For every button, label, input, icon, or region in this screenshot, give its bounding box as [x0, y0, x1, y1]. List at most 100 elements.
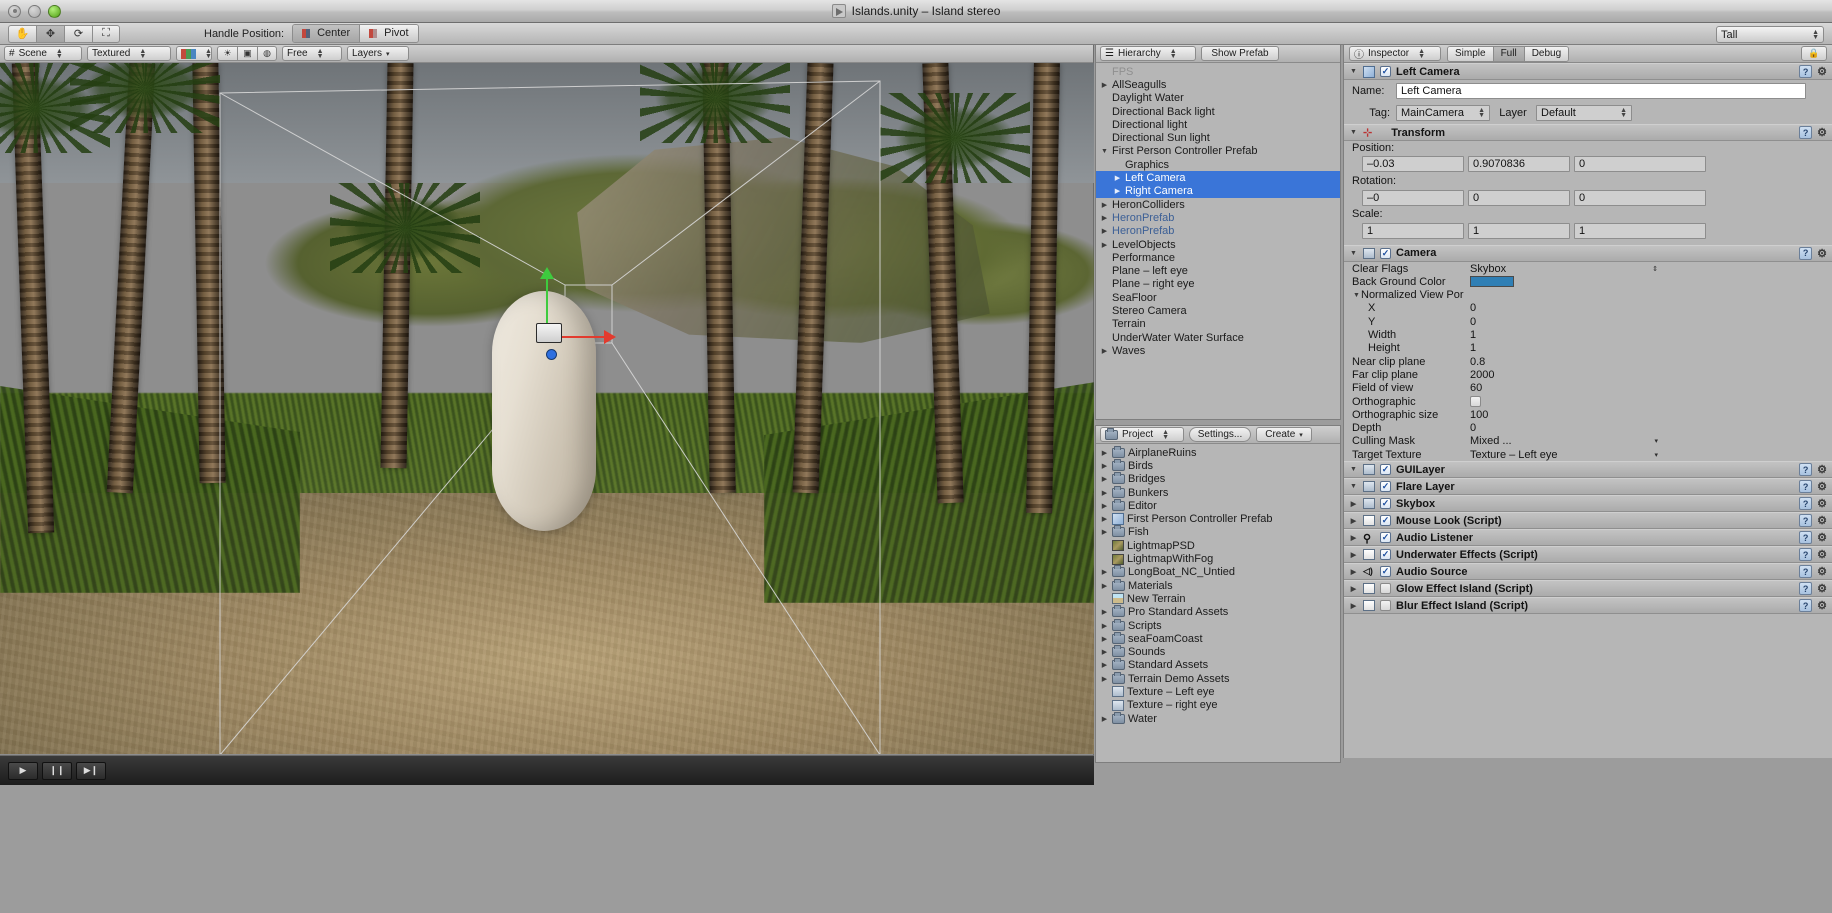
component-header[interactable]: ▼ ✓ Flare Layer? ⚙ — [1344, 478, 1832, 496]
scene-viewport[interactable] — [0, 63, 1094, 754]
gizmo-x-arrow[interactable] — [604, 330, 616, 344]
sun-icon[interactable]: ☀ — [217, 46, 237, 61]
foldout-triangle-icon[interactable]: ▶ — [1100, 449, 1109, 457]
foldout-triangle-icon[interactable]: ▶ — [1349, 602, 1358, 610]
hierarchy-tab[interactable]: ☰ Hierarchy ▲ ▼ — [1100, 46, 1196, 61]
gameobject-header[interactable]: ▼ ✓ Left Camera ? ⚙ — [1344, 63, 1832, 80]
transform-tools[interactable]: ✋ ✥ ⟳ ⛶ — [8, 24, 120, 43]
component-enabled-checkbox[interactable]: ✓ — [1380, 566, 1391, 578]
inspector-tab[interactable]: ⓘ Inspector ▲ ▼ — [1349, 46, 1441, 61]
gear-icon[interactable]: ⚙ — [1817, 548, 1827, 561]
maximize-button[interactable] — [48, 5, 61, 18]
project-item[interactable]: ▶ AirplaneRuins — [1096, 445, 1340, 459]
foldout-triangle-icon[interactable]: ▶ — [1100, 241, 1109, 249]
component-enabled-checkbox[interactable]: ✓ — [1380, 464, 1391, 476]
help-icon[interactable]: ? — [1799, 582, 1813, 596]
layout-dropdown[interactable]: Tall ▲ ▼ — [1716, 26, 1824, 43]
hierarchy-item[interactable]: ▶Directional Sun light — [1096, 131, 1340, 144]
foldout-triangle-icon[interactable]: ▶ — [1100, 648, 1109, 656]
gear-icon[interactable]: ⚙ — [1817, 463, 1827, 476]
camera-enabled-checkbox[interactable]: ✓ — [1380, 247, 1391, 259]
hierarchy-item[interactable]: ▶ AllSeagulls — [1096, 78, 1340, 91]
component-enabled-checkbox[interactable]: ✓ — [1380, 549, 1391, 561]
hierarchy-item[interactable]: ▶SeaFloor — [1096, 291, 1340, 304]
rotation-z-input[interactable]: 0 — [1574, 189, 1706, 206]
lock-icon[interactable]: 🔒 — [1801, 46, 1827, 61]
rotation-y-input[interactable]: 0 — [1468, 189, 1570, 206]
component-header[interactable]: ▶ ✓ Skybox? ⚙ — [1344, 495, 1832, 513]
project-item[interactable]: ▶ Texture – Left eye — [1096, 685, 1340, 698]
hierarchy-item[interactable]: ▶ Waves — [1096, 344, 1340, 357]
project-item[interactable]: ▶ LightmapPSD — [1096, 539, 1340, 552]
foldout-triangle-icon[interactable]: ▶ — [1349, 568, 1358, 576]
name-input[interactable]: Left Camera — [1396, 83, 1806, 99]
step-button[interactable]: ▶❙ — [76, 761, 106, 780]
component-enabled-checkbox[interactable]: ✓ — [1380, 481, 1391, 493]
camera-property-value[interactable]: 60 — [1470, 382, 1482, 394]
help-icon[interactable]: ? — [1799, 565, 1813, 579]
component-enabled-checkbox[interactable]: ✓ — [1380, 600, 1391, 612]
project-item[interactable]: ▶ LongBoat_NC_Untied — [1096, 565, 1340, 579]
foldout-triangle-icon[interactable]: ▶ — [1100, 622, 1109, 630]
scale-y-input[interactable]: 1 — [1468, 222, 1570, 239]
camera-mode-dropdown[interactable]: Free ▲ ▼ — [282, 46, 342, 61]
camera-property-value[interactable]: 0.8 — [1470, 356, 1485, 368]
project-item[interactable]: ▶ Pro Standard Assets — [1096, 605, 1340, 619]
help-icon[interactable]: ? — [1799, 514, 1813, 528]
project-item[interactable]: ▶ seaFoamCoast — [1096, 631, 1340, 645]
mode-full-button[interactable]: Full — [1493, 46, 1525, 61]
component-header[interactable]: ▼ ✓ GUILayer? ⚙ — [1344, 461, 1832, 479]
position-y-input[interactable]: 0.9070836 — [1468, 156, 1570, 173]
hierarchy-item[interactable]: ▶Plane – right eye — [1096, 278, 1340, 291]
component-enabled-checkbox[interactable]: ✓ — [1380, 515, 1391, 527]
camera-property-dropdown[interactable]: Texture – Left eye ▾ — [1470, 449, 1658, 461]
foldout-triangle-icon[interactable]: ▶ — [1100, 515, 1109, 523]
scale-x-input[interactable]: 1 — [1362, 222, 1464, 239]
project-item[interactable]: ▶ Water — [1096, 711, 1340, 725]
gear-icon[interactable]: ⚙ — [1817, 65, 1827, 78]
hierarchy-item[interactable]: ▶ HeronPrefab — [1096, 225, 1340, 238]
help-icon[interactable]: ? — [1799, 548, 1813, 562]
foldout-triangle-icon[interactable]: ▶ — [1100, 489, 1109, 497]
gear-icon[interactable]: ⚙ — [1817, 565, 1827, 578]
project-item[interactable]: ▶ Standard Assets — [1096, 658, 1340, 672]
tag-dropdown[interactable]: MainCamera ▲ ▼ — [1396, 105, 1490, 121]
gameobject-enabled-checkbox[interactable]: ✓ — [1380, 66, 1391, 77]
position-x-input[interactable]: –0.03 — [1362, 156, 1464, 173]
component-enabled-checkbox[interactable]: ✓ — [1380, 583, 1391, 595]
render-mode-dropdown[interactable]: ▲ ▼ — [176, 46, 212, 61]
settings-button[interactable]: Settings... — [1189, 427, 1251, 442]
gear-icon[interactable]: ⚙ — [1817, 582, 1827, 595]
camera-property-value[interactable]: 2000 — [1470, 369, 1494, 381]
component-header[interactable]: ▶ ⚲ ✓ Audio Listener? ⚙ — [1344, 529, 1832, 547]
image-icon[interactable]: ▣ — [237, 46, 257, 61]
gizmo-y-arrow[interactable] — [540, 267, 554, 279]
window-controls[interactable] — [8, 5, 61, 18]
foldout-triangle-icon[interactable]: ▶ — [1100, 502, 1109, 510]
scene-fx-toggles[interactable]: ☀ ▣ ◍ — [217, 46, 277, 61]
hierarchy-item[interactable]: ▶Graphics — [1096, 158, 1340, 171]
help-icon[interactable]: ? — [1799, 599, 1813, 613]
foldout-triangle-icon[interactable]: ▼ — [1100, 148, 1109, 155]
foldout-triangle-icon[interactable]: ▶ — [1100, 201, 1109, 209]
foldout-triangle-icon[interactable]: ▶ — [1100, 81, 1109, 89]
hierarchy-item[interactable]: ▶Stereo Camera — [1096, 304, 1340, 317]
hierarchy-item[interactable]: ▶ HeronPrefab — [1096, 211, 1340, 224]
gear-icon[interactable]: ⚙ — [1817, 126, 1827, 139]
help-icon[interactable]: ? — [1799, 65, 1813, 78]
project-item[interactable]: ▶ First Person Controller Prefab — [1096, 512, 1340, 526]
rotation-x-input[interactable]: –0 — [1362, 189, 1464, 206]
help-icon[interactable]: ? — [1799, 497, 1813, 511]
camera-property-value[interactable]: 0 — [1470, 422, 1476, 434]
project-tab[interactable]: Project ▲ ▼ — [1100, 427, 1184, 442]
draw-mode-dropdown[interactable]: Textured ▲ ▼ — [87, 46, 171, 61]
play-button[interactable]: ▶ — [8, 761, 38, 780]
project-item[interactable]: ▶ Bunkers — [1096, 485, 1340, 499]
hierarchy-item[interactable]: ▶Plane – left eye — [1096, 264, 1340, 277]
foldout-triangle-icon[interactable]: ▼ — [1349, 68, 1358, 75]
component-enabled-checkbox[interactable]: ✓ — [1380, 498, 1391, 510]
hierarchy-item[interactable]: ▶Directional Back light — [1096, 105, 1340, 118]
camera-property-value[interactable]: 100 — [1470, 409, 1488, 421]
transform-component-header[interactable]: ▼ ⊹ Transform ? ⚙ — [1344, 124, 1832, 141]
rotate-tool-button[interactable]: ⟳ — [64, 24, 92, 43]
